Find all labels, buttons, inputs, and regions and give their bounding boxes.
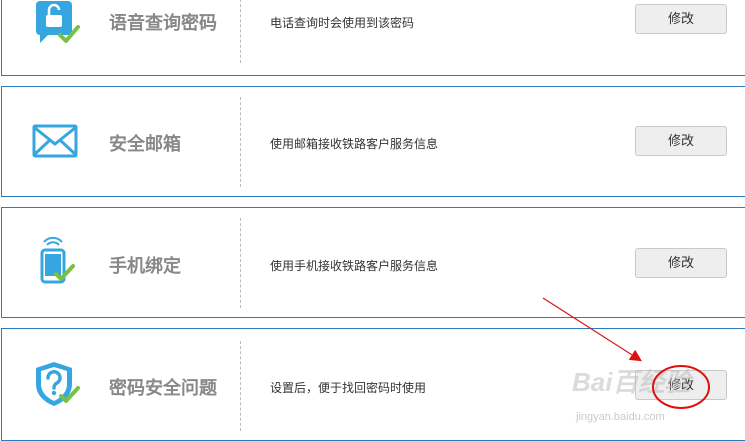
security-question-title: 密码安全问题 [109,378,217,398]
secure-email-desc: 使用邮箱接收铁路客户服务信息 [270,137,439,151]
setting-card-phone-binding: 手机绑定 使用手机接收铁路客户服务信息 修改 [1,207,745,318]
secure-email-title: 安全邮箱 [109,134,181,154]
modify-phone-binding-button[interactable]: 修改 [635,248,727,278]
phone-binding-title: 手机绑定 [109,256,181,276]
setting-card-voice-password: 语音查询密码 电话查询时会使用到该密码 修改 [1,0,745,76]
modify-voice-password-button[interactable]: 修改 [635,4,727,34]
setting-card-secure-email: 安全邮箱 使用邮箱接收铁路客户服务信息 修改 [1,86,745,197]
baidu-watermark-url: jingyan.baidu.com [576,411,665,423]
phone-binding-desc: 使用手机接收铁路客户服务信息 [270,259,439,273]
divider [240,97,241,187]
security-question-desc: 设置后，便于找回密码时使用 [270,381,427,395]
divider [240,341,241,431]
shield-question-icon [36,362,80,406]
modify-secure-email-button[interactable]: 修改 [635,126,727,156]
mobile-phone-icon [40,236,75,284]
baidu-watermark: Bai百经验 [572,367,691,397]
divider [240,218,241,308]
lock-phone-icon [36,1,80,43]
voice-password-title: 语音查询密码 [109,13,217,33]
divider [240,0,241,63]
envelope-icon [32,124,78,158]
voice-password-desc: 电话查询时会使用到该密码 [270,16,415,30]
